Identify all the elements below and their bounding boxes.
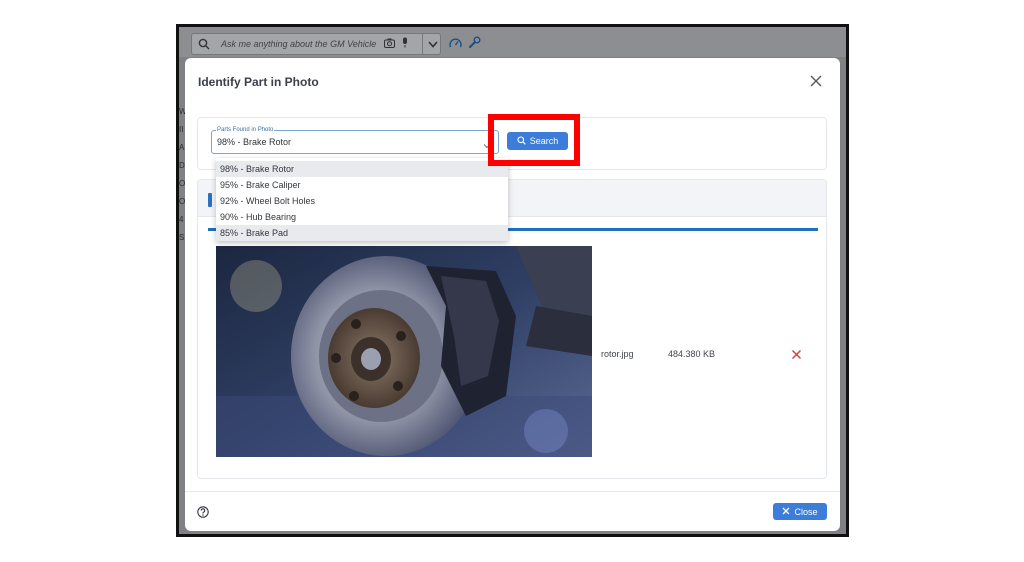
dropdown-option[interactable]: 85% - Brake Pad — [216, 225, 508, 241]
microphone-icon[interactable] — [401, 35, 409, 53]
delete-file-icon[interactable] — [791, 347, 802, 360]
camera-icon[interactable] — [384, 35, 395, 53]
dropdown-option[interactable]: 98% - Brake Rotor — [216, 161, 508, 177]
search-icon — [195, 35, 213, 53]
dialog-title: Identify Part in Photo — [198, 75, 319, 89]
wrench-icon[interactable] — [468, 36, 481, 54]
dropdown-option[interactable]: 95% - Brake Caliper — [216, 177, 508, 193]
uploaded-photo-preview — [216, 246, 592, 457]
file-name: rotor.jpg — [601, 349, 634, 359]
help-icon[interactable] — [197, 505, 209, 518]
parts-found-select[interactable]: Parts Found in Photo 98% - Brake Rotor — [211, 125, 499, 154]
close-button-label: Close — [794, 506, 818, 517]
parts-found-value: 98% - Brake Rotor — [217, 137, 292, 147]
highlight-annotation — [488, 114, 580, 166]
gauge-icon[interactable] — [449, 36, 462, 54]
chevron-down-icon — [427, 35, 438, 53]
parts-found-label: Parts Found in Photo — [216, 125, 275, 135]
close-icon[interactable] — [810, 74, 824, 88]
screenshot-frame: Ask me anything about the GM Vehicle W I… — [176, 24, 849, 537]
app-toolbar: Ask me anything about the GM Vehicle — [179, 27, 846, 57]
dropdown-option[interactable]: 90% - Hub Bearing — [216, 209, 508, 225]
assistant-search-placeholder: Ask me anything about the GM Vehicle — [221, 39, 377, 49]
close-button[interactable]: Close — [773, 503, 827, 520]
dialog-footer: Close — [185, 491, 840, 531]
active-tab-indicator[interactable] — [208, 193, 212, 207]
dropdown-option[interactable]: 92% - Wheel Bolt Holes — [216, 193, 508, 209]
assistant-dropdown-toggle[interactable] — [422, 33, 442, 55]
close-icon — [782, 507, 790, 517]
file-size: 484.380 KB — [668, 349, 716, 359]
parts-dropdown-list: 98% - Brake Rotor 95% - Brake Caliper 92… — [216, 158, 508, 241]
